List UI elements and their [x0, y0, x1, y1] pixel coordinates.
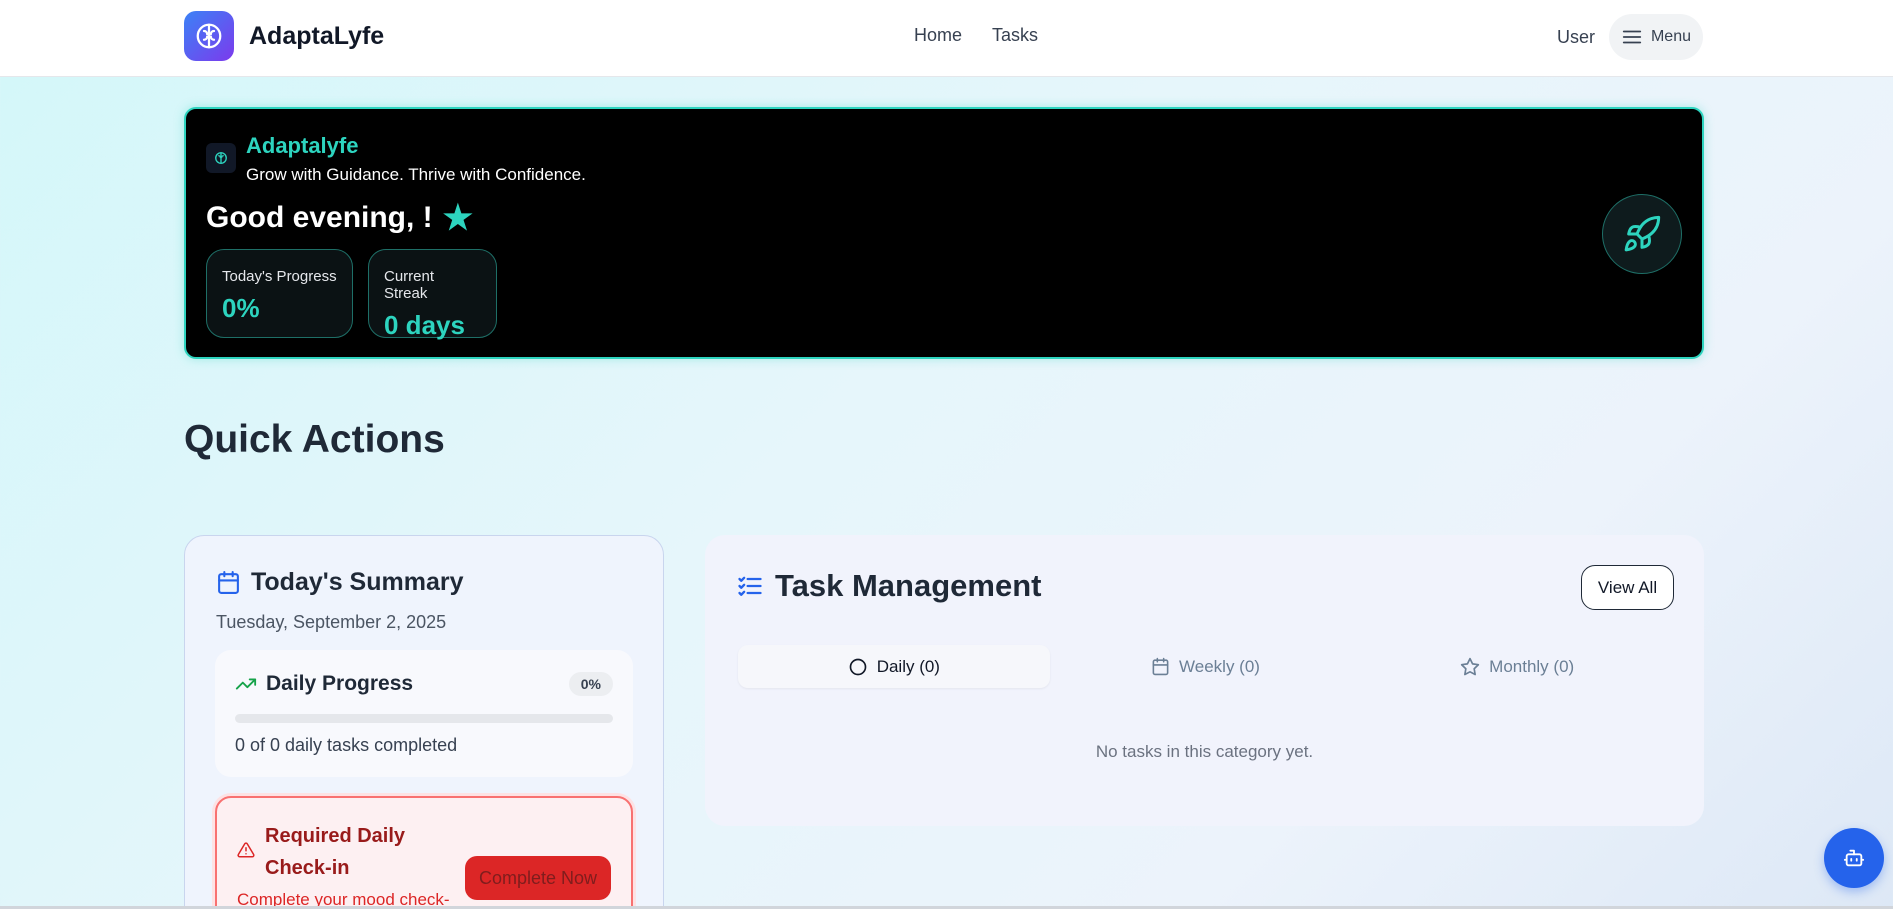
greeting-heading: Good evening, ! ★ — [206, 201, 473, 235]
banner-title: Adaptalyfe — [246, 133, 359, 158]
menu-button[interactable]: Menu — [1608, 14, 1703, 60]
tab-daily[interactable]: Daily (0) — [738, 645, 1050, 688]
nav-tasks-link[interactable]: Tasks — [992, 25, 1038, 46]
task-tabs: Daily (0) Weekly (0) Monthly (0) — [738, 645, 1673, 688]
star-icon: ★ — [442, 199, 474, 237]
stat-value: 0% — [222, 293, 260, 323]
trending-up-icon — [235, 678, 257, 690]
stat-current-streak: Current Streak 0 days — [368, 249, 497, 340]
banner-brand: Adaptalyfe Grow with Guidance. Thrive wi… — [206, 133, 586, 185]
calendar-icon — [1152, 657, 1169, 676]
daily-progress-card: Daily Progress 0% 0 of 0 daily tasks com… — [215, 650, 633, 777]
tab-label: Daily (0) — [876, 656, 940, 676]
tab-label: Monthly (0) — [1489, 656, 1575, 676]
daily-progress-header: Daily Progress — [235, 672, 413, 696]
task-management-card: Task Management View All Daily (0) Weekl… — [705, 535, 1704, 826]
todays-summary-card: Today's Summary Tuesday, September 2, 20… — [184, 535, 664, 909]
daily-checkin-alert: Required Daily Check-in Complete Now Com… — [215, 796, 633, 909]
alert-triangle-icon — [237, 842, 255, 858]
stat-label: Current Streak — [384, 268, 435, 302]
calendar-icon — [218, 571, 239, 594]
quick-actions-heading: Quick Actions — [184, 418, 445, 461]
greeting-text: Good evening, ! — [206, 201, 433, 234]
summary-header: Today's Summary — [216, 568, 464, 597]
list-checks-icon — [738, 576, 762, 596]
daily-progress-title: Daily Progress — [266, 672, 414, 695]
nav-home-link[interactable]: Home — [914, 25, 962, 46]
stat-value: 0 days — [384, 310, 465, 340]
progress-text: 0 of 0 daily tasks completed — [235, 735, 458, 755]
app-name: AdaptaLyfe — [249, 21, 385, 50]
task-management-header: Task Management — [736, 568, 1041, 604]
tab-monthly[interactable]: Monthly (0) — [1361, 645, 1673, 688]
summary-date: Tuesday, September 2, 2025 — [216, 612, 447, 632]
main-nav: Home Tasks — [914, 25, 1038, 46]
tab-weekly[interactable]: Weekly (0) — [1050, 645, 1362, 688]
view-all-button[interactable]: View All — [1581, 565, 1674, 610]
user-link[interactable]: User — [1557, 27, 1595, 48]
bot-icon — [1843, 849, 1865, 867]
complete-now-button[interactable]: Complete Now — [465, 856, 611, 900]
user-area: User Menu — [1557, 14, 1703, 60]
stat-today-progress: Today's Progress 0% — [206, 249, 353, 338]
brain-icon — [184, 11, 234, 61]
menu-label: Menu — [1650, 28, 1691, 45]
empty-state-text: No tasks in this category yet. — [1095, 742, 1314, 761]
rocket-icon — [1602, 194, 1682, 274]
task-management-title: Task Management — [775, 568, 1042, 603]
brain-icon — [206, 143, 236, 173]
checkin-title: Required Daily Check-in — [265, 825, 406, 879]
circle-icon — [849, 658, 867, 675]
welcome-banner: Adaptalyfe Grow with Guidance. Thrive wi… — [184, 107, 1704, 359]
stat-label: Today's Progress — [222, 268, 337, 285]
progress-bar — [235, 714, 613, 723]
tab-label: Weekly (0) — [1179, 656, 1260, 676]
banner-tagline: Grow with Guidance. Thrive with Confiden… — [246, 165, 586, 184]
assistant-bot-button[interactable] — [1824, 828, 1884, 888]
hamburger-icon — [1622, 30, 1642, 44]
summary-title: Today's Summary — [251, 568, 464, 596]
star-icon — [1460, 657, 1480, 675]
top-navigation-bar: AdaptaLyfe Home Tasks User Menu — [0, 0, 1893, 77]
progress-badge: 0% — [568, 672, 613, 696]
brand[interactable]: AdaptaLyfe — [184, 11, 384, 61]
